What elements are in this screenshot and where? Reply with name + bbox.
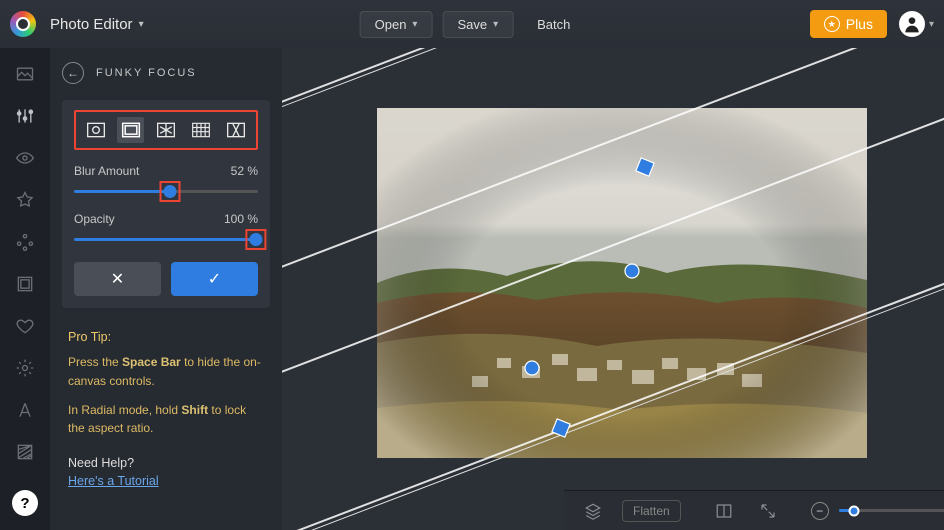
photo-image xyxy=(377,108,867,458)
mode-radial[interactable] xyxy=(82,117,109,143)
nav-nodes-icon[interactable] xyxy=(15,232,35,252)
nav-gear-icon[interactable] xyxy=(15,358,35,378)
zoom-out-button[interactable]: − xyxy=(811,502,829,520)
opacity-knob[interactable] xyxy=(245,229,266,250)
tutorial-link[interactable]: Here's a Tutorial xyxy=(68,474,159,488)
avatar xyxy=(899,11,925,37)
app-menu-label: Photo Editor xyxy=(50,16,133,33)
chevron-down-icon: ▾ xyxy=(929,19,934,30)
open-button[interactable]: Open ▾ xyxy=(360,11,433,38)
zoom-slider[interactable] xyxy=(839,509,944,512)
blur-slider[interactable]: Blur Amount 52 % xyxy=(74,164,258,198)
layers-icon[interactable] xyxy=(578,499,608,523)
open-label: Open xyxy=(375,17,407,32)
opacity-label: Opacity xyxy=(74,212,115,226)
blur-label: Blur Amount xyxy=(74,164,139,178)
nav-frame-icon[interactable] xyxy=(15,274,35,294)
zoom-control[interactable]: − + 13 % xyxy=(811,502,944,520)
nav-eye-icon[interactable] xyxy=(15,148,35,168)
plus-label: Plus xyxy=(846,16,873,32)
blur-value: 52 % xyxy=(231,164,258,178)
chevron-down-icon: ▾ xyxy=(139,19,144,30)
bottom-bar: Flatten − + 13 % xyxy=(564,490,944,530)
save-label: Save xyxy=(457,17,487,32)
expand-icon[interactable] xyxy=(753,499,783,523)
need-help: Need Help? Here's a Tutorial xyxy=(50,448,282,498)
canvas-area[interactable]: Flatten − + 13 % xyxy=(282,48,944,530)
tool-rail: ? xyxy=(0,48,50,530)
panel-title: FUNKY FOCUS xyxy=(96,67,197,79)
help-heading: Need Help? xyxy=(68,456,264,470)
side-panel: ← FUNKY FOCUS Blur Amount 52 % xyxy=(50,48,282,530)
focus-mode-row xyxy=(74,110,258,150)
nav-sliders-icon[interactable] xyxy=(15,106,35,126)
nav-texture-icon[interactable] xyxy=(15,442,35,462)
tip-heading: Pro Tip: xyxy=(68,328,264,347)
app-logo xyxy=(10,11,36,37)
blur-knob[interactable] xyxy=(159,181,180,202)
chevron-down-icon: ▾ xyxy=(493,19,498,30)
mode-linear[interactable] xyxy=(117,117,144,143)
pro-tip: Pro Tip: Press the Space Bar to hide the… xyxy=(50,314,282,448)
mode-mirror[interactable] xyxy=(152,117,179,143)
top-bar: Photo Editor ▾ Open▾ Save▾ Batch ★ Plus … xyxy=(0,0,944,48)
batch-button[interactable]: Batch xyxy=(523,11,584,38)
nav-text-icon[interactable] xyxy=(15,400,35,420)
opacity-value: 100 % xyxy=(224,212,258,226)
nav-star-icon[interactable] xyxy=(15,190,35,210)
upgrade-plus-button[interactable]: ★ Plus xyxy=(810,10,887,38)
opacity-slider[interactable]: Opacity 100 % xyxy=(74,212,258,246)
save-button[interactable]: Save ▾ xyxy=(442,11,513,38)
tool-card: Blur Amount 52 % Opacity 100 % xyxy=(62,100,270,308)
mode-hex[interactable] xyxy=(223,117,250,143)
star-icon: ★ xyxy=(824,16,840,32)
app-menu[interactable]: Photo Editor ▾ xyxy=(50,16,144,33)
nav-heart-icon[interactable] xyxy=(15,316,35,336)
apply-button[interactable]: ✓ xyxy=(171,262,258,296)
image-stage[interactable] xyxy=(377,108,867,458)
back-button[interactable]: ← xyxy=(62,62,84,84)
flatten-button[interactable]: Flatten xyxy=(622,500,681,522)
help-button[interactable]: ? xyxy=(12,490,38,516)
compare-icon[interactable] xyxy=(709,499,739,523)
batch-label: Batch xyxy=(537,17,570,32)
mode-pixelate[interactable] xyxy=(188,117,215,143)
nav-image-icon[interactable] xyxy=(15,64,35,84)
cancel-button[interactable]: ✕ xyxy=(74,262,161,296)
chevron-down-icon: ▾ xyxy=(412,19,417,30)
account-menu[interactable]: ▾ xyxy=(899,11,934,37)
